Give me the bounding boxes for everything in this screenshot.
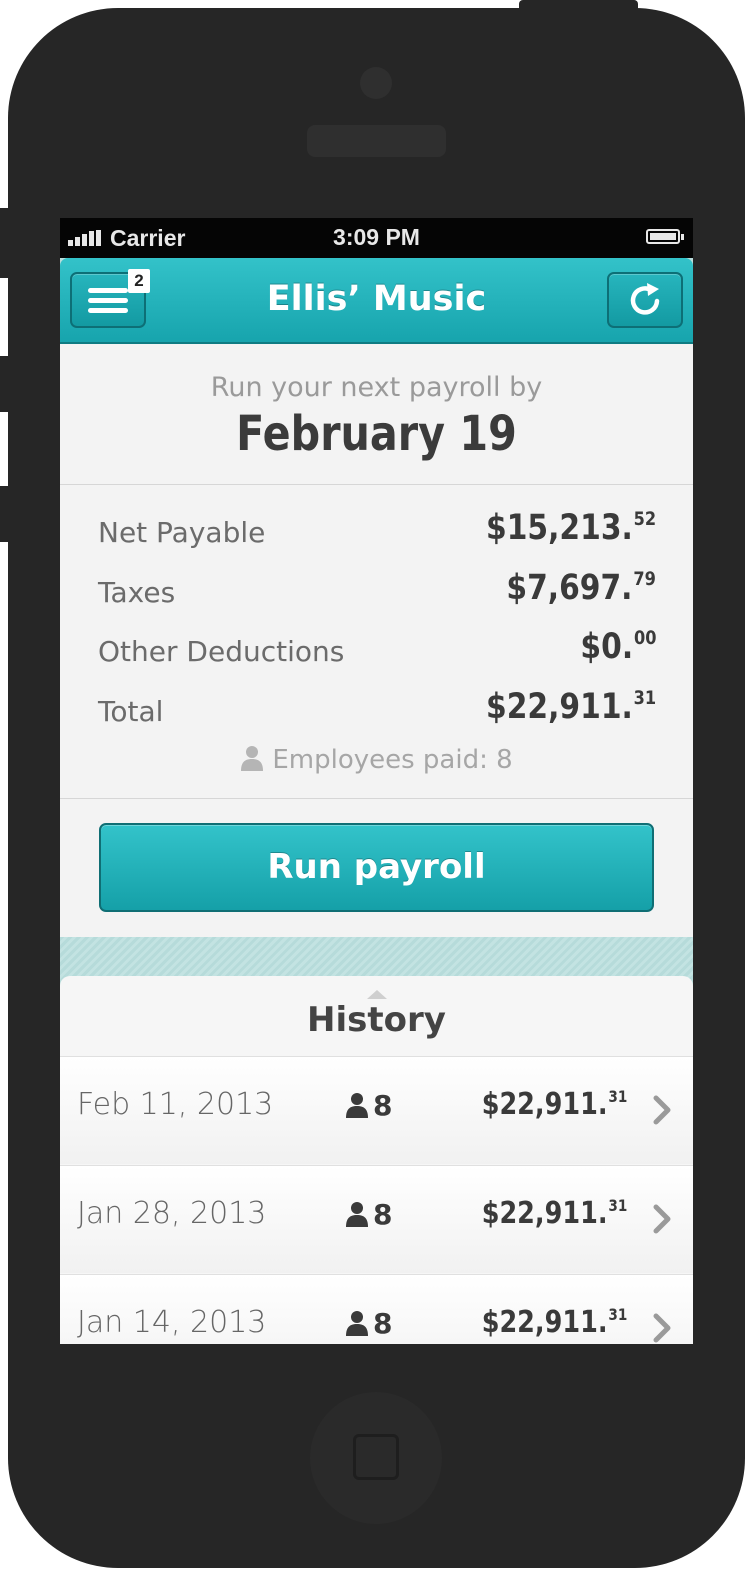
history-row[interactable]: Jan 14, 2013 8 $22,911.31 [60,1274,693,1344]
history-employee-count: 8 [345,1198,392,1231]
chevron-right-icon [653,1204,671,1234]
due-date: February 19 [236,406,517,462]
due-label: Run your next payroll by [210,372,543,403]
run-payroll-button[interactable]: Run payroll [99,823,654,912]
history-amount: $22,911.31 [481,1196,627,1231]
history-employee-count: 8 [345,1307,392,1340]
history-title: History [307,1000,446,1040]
expand-caret-icon[interactable] [367,990,387,999]
row-label: Other Deductions [98,635,345,668]
history-amount: $22,911.31 [481,1305,627,1340]
history-employee-count: 8 [345,1089,392,1122]
row-amount: $22,911.31 [485,687,656,727]
row-amount: $15,213.52 [485,508,656,548]
row-label: Net Payable [98,516,266,549]
summary-row-net-payable: Net Payable $15,213.52 [98,508,656,556]
payroll-summary: Net Payable $15,213.52 Taxes $7,697.79 O… [60,485,693,799]
person-icon [241,746,264,771]
page-title: Ellis’ Music [266,279,487,319]
person-icon [346,1093,368,1118]
payroll-card: Run your next payroll by February 19 Net… [60,344,693,937]
row-amount: $7,697.79 [506,568,656,608]
person-icon [346,1202,368,1227]
history-date: Jan 28, 2013 [77,1196,267,1231]
status-bar: Carrier 3:09 PM [60,218,693,258]
person-icon [346,1311,368,1336]
employees-paid: Employees paid: 8 [60,745,693,775]
app-screen: Carrier 3:09 PM 2 Ellis’ Music Run your … [60,218,693,1344]
history-date: Feb 11, 2013 [77,1087,274,1122]
summary-row-other-deductions: Other Deductions $0.00 [98,627,656,675]
chevron-right-icon [653,1095,671,1125]
summary-row-taxes: Taxes $7,697.79 [98,568,656,616]
divider-stripe [60,937,693,979]
row-amount: $0.00 [579,627,656,667]
status-time: 3:09 PM [333,224,420,250]
refresh-button[interactable] [607,272,683,328]
payroll-due-section: Run your next payroll by February 19 [60,344,693,485]
history-row[interactable]: Jan 28, 2013 8 $22,911.31 [60,1165,693,1273]
employees-paid-label: Employees paid: 8 [272,745,513,775]
front-camera [360,67,392,99]
row-label: Total [98,695,164,728]
battery-icon [646,229,684,244]
history-row[interactable]: Feb 11, 2013 8 $22,911.31 [60,1056,693,1164]
summary-row-total: Total $22,911.31 [98,687,656,735]
earpiece-speaker [307,125,446,157]
refresh-icon [630,283,660,315]
navigation-bar: 2 Ellis’ Music [60,258,693,344]
home-button-icon [353,1434,399,1480]
row-label: Taxes [98,576,176,609]
history-amount: $22,911.31 [481,1087,627,1122]
history-date: Jan 14, 2013 [77,1305,267,1340]
history-panel: History Feb 11, 2013 8 $22,911.31 Jan 28… [60,976,693,1344]
chevron-right-icon [653,1313,671,1343]
